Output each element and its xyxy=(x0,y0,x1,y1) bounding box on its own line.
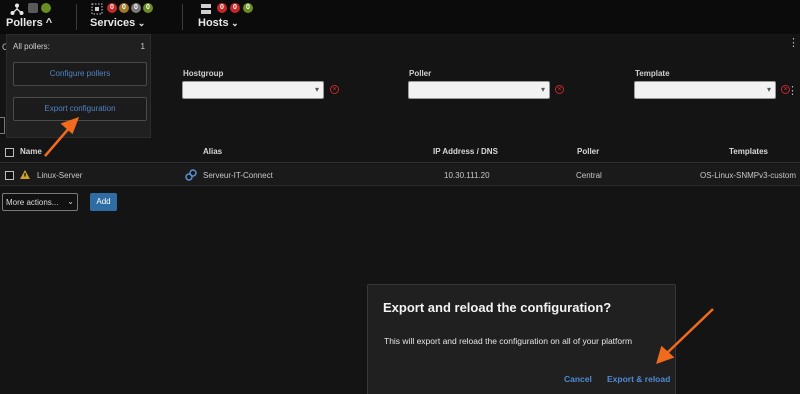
annotation-arrow-icon xyxy=(44,116,80,157)
annotation-arrows xyxy=(44,116,714,364)
annotation-arrow-icon xyxy=(656,308,714,364)
